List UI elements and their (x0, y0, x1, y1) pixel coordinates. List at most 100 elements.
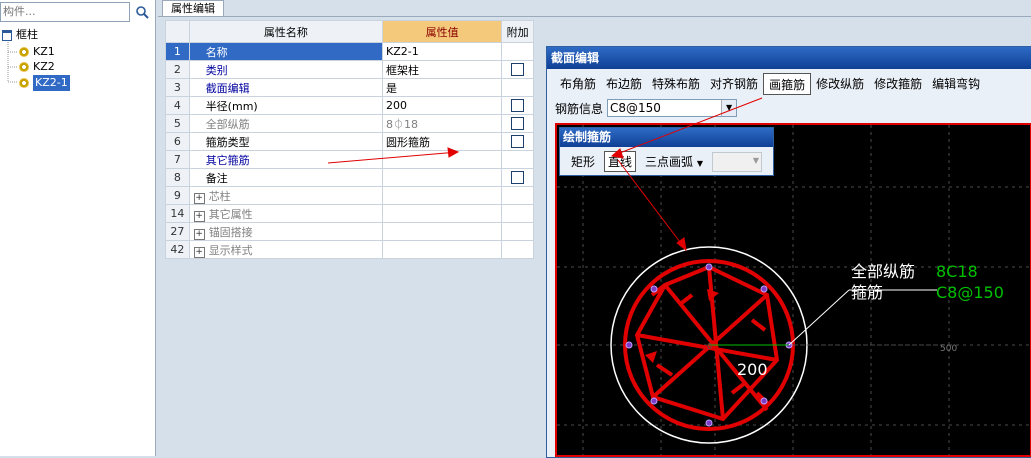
rebar-info-combo[interactable]: C8@150 ▼ (607, 99, 738, 117)
rebar-info-label: 钢筋信息 (555, 101, 604, 116)
tool-three-point-arc[interactable]: 三点画弧 ▼ (642, 152, 706, 171)
annotation-leader (788, 289, 850, 346)
property-value[interactable]: 是 (381, 78, 503, 97)
property-row[interactable]: 1 名称 KZ2-1 (165, 42, 534, 61)
stirrup-arrow (645, 351, 657, 363)
tree-item-kz2[interactable]: KZ2 (19, 59, 55, 75)
chevron-down-icon[interactable]: ▼ (697, 159, 703, 168)
axis-label: 500 (940, 344, 957, 354)
tool-edge-rebar[interactable]: 布边筋 (601, 73, 647, 95)
row-number-header (165, 20, 190, 43)
tree-item-kz2-1[interactable]: KZ2-1 (19, 75, 70, 91)
tool-draw-stirrup[interactable]: 画箍筋 (763, 73, 812, 95)
longitudinal-rebar[interactable] (705, 263, 713, 271)
property-value[interactable] (381, 222, 503, 241)
tool-line[interactable]: 直线 (604, 151, 637, 172)
column-header-value: 属性值 (381, 20, 503, 43)
property-grid: 属性名称 属性值 附加 1 名称 KZ2-1 2 类别 框架柱 3 截面编辑是 4 半径(mm) 2… (165, 20, 534, 259)
property-group-label: 其它属性 (208, 207, 253, 221)
property-row[interactable]: 4 半径(mm) 200 (165, 96, 534, 115)
extra-checkbox[interactable] (511, 99, 525, 113)
longitudinal-rebar[interactable] (650, 397, 658, 405)
label-all-longitudinal: 全部纵筋 (851, 262, 915, 281)
draw-stirrup-tools: 矩形 直线 三点画弧 ▼ ▼ (568, 151, 763, 172)
center-label: 0 (707, 342, 712, 351)
property-name[interactable]: 全部纵筋 (188, 114, 384, 133)
section-editor-title[interactable]: 截面编辑 (547, 47, 1031, 69)
property-value[interactable]: 8⏀18 (381, 114, 503, 133)
longitudinal-rebar[interactable] (650, 285, 658, 293)
property-value[interactable] (381, 168, 503, 187)
property-value[interactable]: KZ2-1 (381, 42, 503, 61)
chevron-down-icon[interactable]: ▼ (753, 156, 759, 165)
expand-plus-icon[interactable]: + (193, 228, 205, 240)
property-name[interactable]: 其它箍筋 (188, 150, 384, 169)
extra-checkbox[interactable] (511, 63, 525, 77)
column-header-extra: 附加 (501, 20, 534, 43)
draw-stirrup-title[interactable]: 绘制箍筋 (560, 128, 773, 147)
property-row[interactable]: 8 备注 (165, 168, 534, 187)
tree-root-frame-column[interactable]: 框柱 (2, 27, 38, 43)
property-row[interactable]: 14 + 其它属性 (165, 204, 534, 223)
tree-item-kz1[interactable]: KZ1 (19, 44, 55, 60)
property-row[interactable]: 27 + 锚固搭接 (165, 222, 534, 241)
property-row[interactable]: 5 全部纵筋 8⏀18 (165, 114, 534, 133)
property-value[interactable]: 圆形箍筋 (381, 132, 503, 151)
property-name[interactable]: 名称 (188, 42, 384, 61)
property-name[interactable]: 类别 (188, 60, 384, 79)
tool-align-rebar[interactable]: 对齐钢筋 (705, 73, 763, 95)
tab-property-edit[interactable]: 属性编辑 (162, 0, 224, 17)
tab-divider (158, 16, 1031, 17)
property-value[interactable]: 框架柱 (381, 60, 503, 79)
row-number: 14 (165, 204, 190, 223)
row-number: 7 (165, 150, 190, 169)
property-name[interactable]: + 其它属性 (188, 204, 384, 223)
property-value[interactable] (381, 204, 503, 223)
property-name[interactable]: + 芯柱 (188, 186, 384, 205)
tree-item-label: KZ2-1 (33, 75, 70, 91)
property-extra (501, 78, 534, 97)
tool-rectangle[interactable]: 矩形 (568, 152, 598, 171)
property-group-label: 锚固搭接 (208, 225, 253, 239)
tool-edit-hook[interactable]: 编辑弯钩 (927, 73, 985, 95)
tool-special-rebar[interactable]: 特殊布筋 (647, 73, 705, 95)
property-name[interactable]: 截面编辑 (188, 78, 384, 97)
property-name[interactable]: 箍筋类型 (188, 132, 384, 151)
property-extra (501, 150, 534, 169)
tool-modify-longitudinal[interactable]: 修改纵筋 (811, 73, 869, 95)
property-group-label: 显示样式 (208, 243, 253, 257)
property-value[interactable]: 200 (381, 96, 503, 115)
property-value[interactable] (381, 150, 503, 169)
property-row[interactable]: 42 + 显示样式 (165, 240, 534, 259)
property-name[interactable]: + 显示样式 (188, 240, 384, 259)
component-search-input[interactable]: 构件... (0, 2, 130, 22)
expand-plus-icon[interactable]: + (193, 192, 205, 204)
longitudinal-rebar[interactable] (760, 397, 768, 405)
property-extra (501, 96, 534, 115)
extra-checkbox[interactable] (511, 117, 525, 131)
tool-corner-rebar[interactable]: 布角筋 (555, 73, 601, 95)
property-extra (501, 186, 534, 205)
property-row[interactable]: 3 截面编辑是 (165, 78, 534, 97)
extra-checkbox[interactable] (511, 135, 525, 149)
property-row[interactable]: 2 类别 框架柱 (165, 60, 534, 79)
extra-checkbox[interactable] (511, 171, 525, 185)
property-value[interactable] (381, 186, 503, 205)
property-name[interactable]: + 锚固搭接 (188, 222, 384, 241)
property-row[interactable]: 6 箍筋类型 圆形箍筋 (165, 132, 534, 151)
property-row[interactable]: 9 + 芯柱 (165, 186, 534, 205)
expand-plus-icon[interactable]: + (193, 210, 205, 222)
draw-option-combo[interactable]: ▼ (712, 151, 763, 172)
chevron-down-icon[interactable]: ▼ (721, 100, 737, 116)
property-name[interactable]: 备注 (188, 168, 384, 187)
search-icon[interactable] (131, 2, 153, 22)
tool-modify-stirrup[interactable]: 修改箍筋 (869, 73, 927, 95)
row-number: 9 (165, 186, 190, 205)
longitudinal-rebar[interactable] (705, 419, 713, 427)
longitudinal-rebar[interactable] (760, 285, 768, 293)
expand-plus-icon[interactable]: + (193, 246, 205, 258)
longitudinal-rebar[interactable] (625, 341, 633, 349)
property-name[interactable]: 半径(mm) (188, 96, 384, 115)
property-row[interactable]: 7 其它箍筋 (165, 150, 534, 169)
property-value[interactable] (381, 240, 503, 259)
